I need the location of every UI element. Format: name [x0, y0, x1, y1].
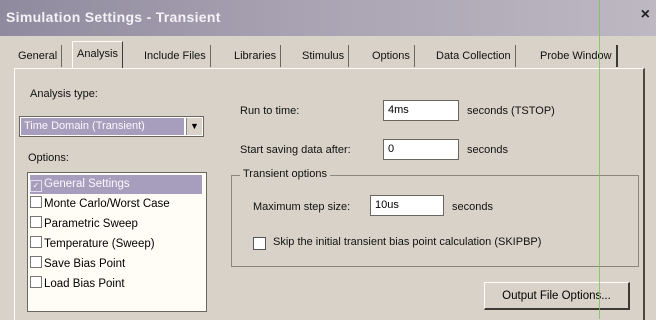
- list-item-general-settings[interactable]: ✓ General Settings: [30, 175, 202, 194]
- checkbox-icon[interactable]: [30, 196, 42, 208]
- options-label: Options:: [28, 152, 69, 164]
- list-item-label: General Settings: [44, 178, 130, 190]
- max-step-label: Maximum step size:: [253, 201, 351, 213]
- tab-bar: General Analysis Include Files Libraries…: [14, 41, 642, 69]
- tab-stimulus[interactable]: Stimulus: [298, 45, 350, 67]
- overlay-line: [599, 0, 600, 319]
- run-to-time-unit: seconds (TSTOP): [467, 105, 555, 117]
- checkbox-icon[interactable]: [30, 276, 42, 288]
- chevron-down-icon[interactable]: ▼: [186, 118, 202, 135]
- tab-include-files[interactable]: Include Files: [140, 45, 211, 67]
- title-bar: Simulation Settings - Transient ×: [0, 0, 656, 36]
- skip-bias-checkbox[interactable]: [253, 237, 266, 250]
- max-step-unit: seconds: [452, 201, 493, 213]
- list-item-label: Parametric Sweep: [44, 218, 138, 230]
- analysis-type-label: Analysis type:: [30, 88, 98, 100]
- list-item-temperature-sweep[interactable]: Temperature (Sweep): [30, 235, 202, 254]
- list-item-load-bias-point[interactable]: Load Bias Point: [30, 275, 202, 294]
- list-item-label: Load Bias Point: [44, 278, 125, 290]
- run-to-time-label: Run to time:: [240, 105, 300, 117]
- list-item-label: Temperature (Sweep): [44, 238, 155, 250]
- tab-analysis[interactable]: Analysis: [72, 41, 123, 69]
- output-file-options-button[interactable]: Output File Options...: [484, 282, 630, 310]
- run-to-time-input[interactable]: 4ms: [383, 100, 459, 121]
- tab-libraries[interactable]: Libraries: [230, 45, 282, 67]
- window-title: Simulation Settings - Transient: [6, 9, 221, 25]
- list-item-monte-carlo[interactable]: Monte Carlo/Worst Case: [30, 195, 202, 214]
- tab-probe-window[interactable]: Probe Window: [536, 45, 618, 67]
- list-item-label: Save Bias Point: [44, 258, 126, 270]
- analysis-type-select[interactable]: Time Domain (Transient) ▼: [19, 116, 204, 137]
- list-item-save-bias-point[interactable]: Save Bias Point: [30, 255, 202, 274]
- list-item-label: Monte Carlo/Worst Case: [44, 198, 170, 210]
- start-saving-unit: seconds: [467, 144, 508, 156]
- checkbox-icon[interactable]: [30, 256, 42, 268]
- checkbox-icon[interactable]: [30, 236, 42, 248]
- max-step-input[interactable]: 10us: [370, 195, 444, 216]
- checkbox-icon[interactable]: [30, 216, 42, 228]
- close-icon[interactable]: ×: [641, 6, 650, 24]
- tab-data-collection[interactable]: Data Collection: [432, 45, 516, 67]
- tab-general[interactable]: General: [14, 45, 63, 67]
- analysis-type-value: Time Domain (Transient): [21, 118, 184, 135]
- start-saving-input[interactable]: 0: [383, 139, 459, 160]
- options-list[interactable]: ✓ General Settings Monte Carlo/Worst Case…: [27, 172, 207, 312]
- checkbox-icon[interactable]: ✓: [30, 180, 42, 192]
- skip-bias-label: Skip the initial transient bias point ca…: [273, 236, 542, 248]
- start-saving-label: Start saving data after:: [240, 144, 351, 156]
- transient-options-title: Transient options: [240, 168, 330, 180]
- list-item-parametric-sweep[interactable]: Parametric Sweep: [30, 215, 202, 234]
- tab-options[interactable]: Options: [368, 45, 415, 67]
- transient-options-group: [231, 175, 639, 267]
